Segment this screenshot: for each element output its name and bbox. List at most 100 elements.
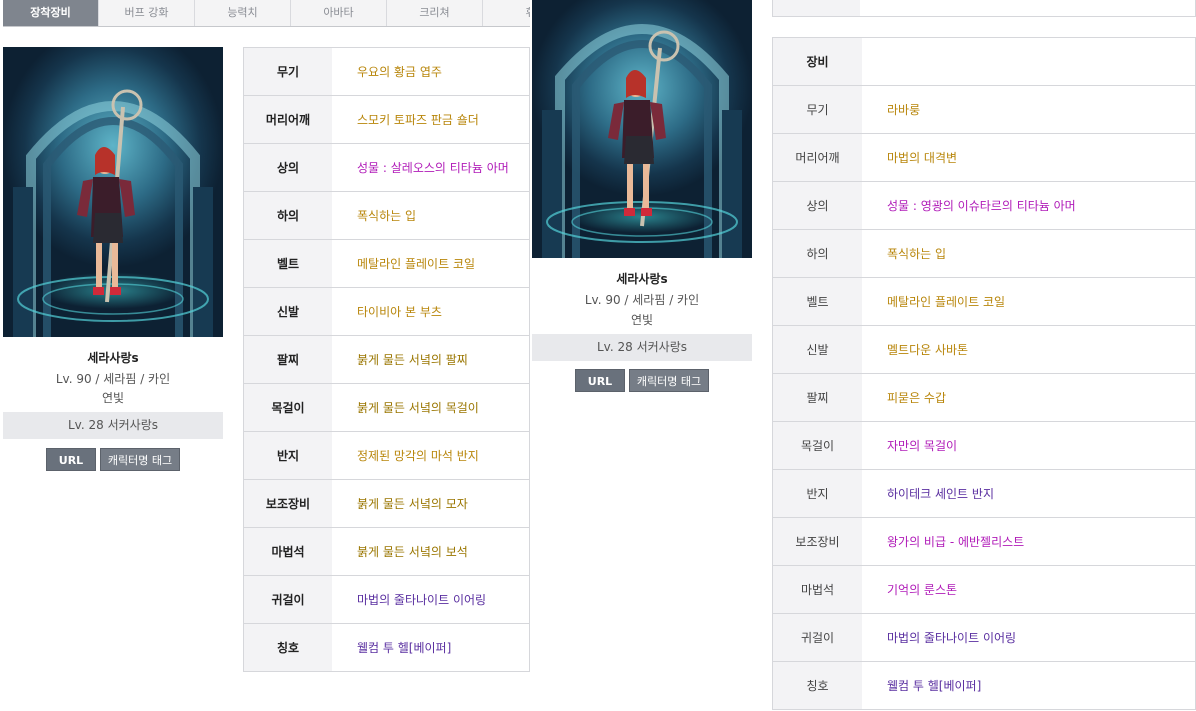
character-portrait <box>3 47 223 337</box>
adventure-level: Lv. 28 서커사랑s <box>3 412 223 439</box>
equipment-row-2: 목걸이 자만의 목걸이 <box>773 422 1195 470</box>
equipment-row: 보조장비 붉게 물든 서녘의 모자 <box>244 480 529 528</box>
equipment-row: 무기 우요의 황금 엽주 <box>244 48 529 96</box>
equipment-table-2: 장비 무기 라바룽 머리어깨 마법의 대격변 상의 성물 : 영광의 이슈타르의 티타늄 … <box>772 37 1196 710</box>
equipment-row-2: 상의 성물 : 영광의 이슈타르의 티타늄 아머 <box>773 182 1195 230</box>
equipment-slot-label: 하의 <box>244 192 332 239</box>
equipment-slot-label: 칭호 <box>244 624 332 671</box>
equipment-item-name[interactable]: 메탈라인 플레이트 코일 <box>862 278 1195 325</box>
equipment-row: 신발 타이비아 본 부츠 <box>244 288 529 336</box>
equipment-row: 하의 폭식하는 입 <box>244 192 529 240</box>
equipment-row-2: 무기 라바룽 <box>773 86 1195 134</box>
equipment-slot-label: 마법석 <box>773 566 862 613</box>
equipment-row-2: 칭호 웰컴 투 헬[베이퍼] <box>773 662 1195 710</box>
character-portrait-2 <box>532 0 752 258</box>
character-name-2: 세라사랑s <box>616 272 668 286</box>
equipment-row-2: 반지 하이테크 세인트 반지 <box>773 470 1195 518</box>
equipment-item-name[interactable]: 기억의 룬스톤 <box>862 566 1195 613</box>
equipment-item-name[interactable]: 라바룽 <box>862 86 1195 133</box>
equipment-row-2: 벨트 메탈라인 플레이트 코일 <box>773 278 1195 326</box>
equipment-slot-label: 목걸이 <box>773 422 862 469</box>
url-button[interactable]: URL <box>46 448 96 471</box>
character-level-class-2: Lv. 90 / 세라핌 / 카인 <box>584 293 700 307</box>
equipment-item-name[interactable]: 웰컴 투 헬[베이퍼] <box>332 624 529 671</box>
equipment-item-name[interactable]: 멜트다운 사바톤 <box>862 326 1195 373</box>
character-guild: 연빛 <box>101 391 125 405</box>
equipment-item-name[interactable]: 타이비아 본 부츠 <box>332 288 529 335</box>
tab-equipment[interactable]: 장착장비 <box>3 0 99 26</box>
equipment-slot-label: 무기 <box>244 48 332 95</box>
equipment-slot-label: 보조장비 <box>244 480 332 527</box>
equipment-row-2: 신발 멜트다운 사바톤 <box>773 326 1195 374</box>
equipment-item-name[interactable]: 폭식하는 입 <box>332 192 529 239</box>
character-illustration-2 <box>542 24 742 258</box>
character-level-class: Lv. 90 / 세라핌 / 카인 <box>55 372 171 386</box>
equipment-header-label: 장비 <box>773 38 862 85</box>
equipment-row-2: 보조장비 왕가의 비급 - 에반젤리스트 <box>773 518 1195 566</box>
equipment-item-name[interactable]: 붉게 물든 서녘의 팔찌 <box>332 336 529 383</box>
character-illustration <box>13 89 213 337</box>
equipment-item-name[interactable]: 붉게 물든 서녘의 목걸이 <box>332 384 529 431</box>
equipment-row: 반지 정제된 망각의 마석 반지 <box>244 432 529 480</box>
equipment-row: 머리어깨 스모키 토파즈 판금 숄더 <box>244 96 529 144</box>
equipment-slot-label: 칭호 <box>773 662 862 709</box>
equipment-table-1: 무기 우요의 황금 엽주 머리어깨 스모키 토파즈 판금 숄더 상의 성물 : 살레오스의… <box>243 47 530 672</box>
equipment-slot-label: 마법석 <box>244 528 332 575</box>
equipment-slot-label: 하의 <box>773 230 862 277</box>
equipment-slot-label: 팔찌 <box>773 374 862 421</box>
equipment-item-name[interactable]: 하이테크 세인트 반지 <box>862 470 1195 517</box>
equipment-slot-label: 목걸이 <box>244 384 332 431</box>
equipment-item-name[interactable]: 폭식하는 입 <box>862 230 1195 277</box>
equipment-slot-label: 무기 <box>773 86 862 133</box>
character-guild-2: 연빛 <box>630 313 654 327</box>
adventure-level-2: Lv. 28 서커사랑s <box>532 334 752 361</box>
previous-table-stub <box>772 0 1196 17</box>
equipment-item-name[interactable]: 스모키 토파즈 판금 숄더 <box>332 96 529 143</box>
tab-avatar[interactable]: 아바타 <box>291 0 387 26</box>
equipment-item-name[interactable]: 우요의 황금 엽주 <box>332 48 529 95</box>
tab-creature[interactable]: 크리쳐 <box>387 0 483 26</box>
url-button-2[interactable]: URL <box>575 369 625 392</box>
equipment-item-name[interactable]: 자만의 목걸이 <box>862 422 1195 469</box>
equipment-slot-label: 반지 <box>244 432 332 479</box>
equipment-slot-label: 벨트 <box>244 240 332 287</box>
equipment-item-name[interactable]: 메탈라인 플레이트 코일 <box>332 240 529 287</box>
equipment-row: 벨트 메탈라인 플레이트 코일 <box>244 240 529 288</box>
equipment-slot-label: 머리어깨 <box>773 134 862 181</box>
equipment-slot-label: 상의 <box>244 144 332 191</box>
equipment-slot-label: 신발 <box>244 288 332 335</box>
equipment-item-name[interactable]: 붉게 물든 서녘의 모자 <box>332 480 529 527</box>
equipment-item-name[interactable]: 마법의 대격변 <box>862 134 1195 181</box>
equipment-row: 귀걸이 마법의 줄타나이트 이어링 <box>244 576 529 624</box>
equipment-slot-label: 팔찌 <box>244 336 332 383</box>
equipment-header-row: 장비 <box>773 38 1195 86</box>
tab-stats[interactable]: 능력치 <box>195 0 291 26</box>
equipment-row-2: 팔찌 피묻은 수갑 <box>773 374 1195 422</box>
equipment-row: 팔찌 붉게 물든 서녘의 팔찌 <box>244 336 529 384</box>
equipment-item-name[interactable]: 피묻은 수갑 <box>862 374 1195 421</box>
equipment-item-name[interactable]: 왕가의 비급 - 에반젤리스트 <box>862 518 1195 565</box>
character-tag-button[interactable]: 캐릭터명 태그 <box>100 448 180 471</box>
equipment-item-name[interactable]: 성물 : 살레오스의 티타늄 아머 <box>332 144 529 191</box>
equipment-item-name[interactable]: 붉게 물든 서녘의 보석 <box>332 528 529 575</box>
character-tag-button-2[interactable]: 캐릭터명 태그 <box>629 369 709 392</box>
tab-more[interactable]: 휘 <box>483 0 530 26</box>
equipment-slot-label: 신발 <box>773 326 862 373</box>
equipment-item-name[interactable]: 마법의 줄타나이트 이어링 <box>862 614 1195 661</box>
equipment-item-name[interactable]: 성물 : 영광의 이슈타르의 티타늄 아머 <box>862 182 1195 229</box>
equipment-tab-bar: 장착장비 버프 강화 능력치 아바타 크리쳐 휘 <box>3 0 530 27</box>
equipment-slot-label: 귀걸이 <box>244 576 332 623</box>
equipment-slot-label: 반지 <box>773 470 862 517</box>
equipment-item-name[interactable]: 웰컴 투 헬[베이퍼] <box>862 662 1195 709</box>
equipment-row: 칭호 웰컴 투 헬[베이퍼] <box>244 624 529 672</box>
equipment-slot-label: 머리어깨 <box>244 96 332 143</box>
equipment-slot-label: 귀걸이 <box>773 614 862 661</box>
character-name: 세라사랑s <box>87 351 139 365</box>
equipment-slot-label: 벨트 <box>773 278 862 325</box>
equipment-row-2: 마법석 기억의 룬스톤 <box>773 566 1195 614</box>
equipment-row: 상의 성물 : 살레오스의 티타늄 아머 <box>244 144 529 192</box>
equipment-item-name[interactable]: 정제된 망각의 마석 반지 <box>332 432 529 479</box>
equipment-item-name[interactable]: 마법의 줄타나이트 이어링 <box>332 576 529 623</box>
tab-buff-enhance[interactable]: 버프 강화 <box>99 0 195 26</box>
equipment-slot-label: 보조장비 <box>773 518 862 565</box>
